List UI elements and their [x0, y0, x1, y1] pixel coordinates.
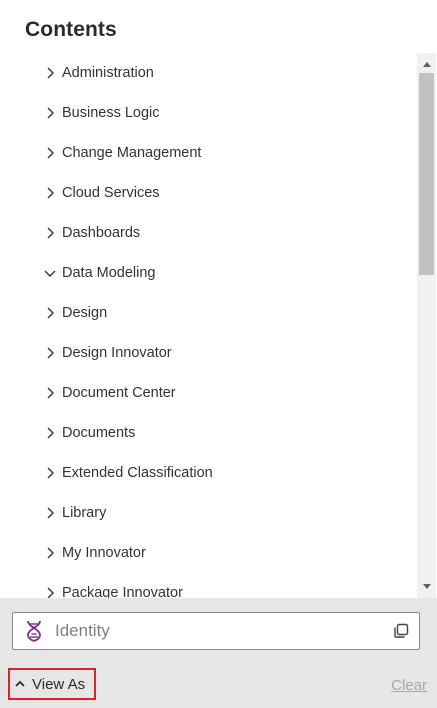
- tree-item-label: My Innovator: [62, 545, 146, 561]
- dna-icon: [27, 620, 41, 642]
- contents-panel: Contents Administration Business Logic C…: [0, 0, 437, 708]
- view-as-label: View As: [32, 675, 86, 693]
- tree-item-design-innovator[interactable]: Design Innovator: [40, 333, 400, 373]
- tree-item-extended-classification[interactable]: Extended Classification: [40, 453, 400, 493]
- scrollbar-thumb[interactable]: [419, 73, 434, 275]
- tree-item-label: Documents: [62, 425, 136, 441]
- tree-item-design[interactable]: Design: [40, 293, 400, 333]
- copy-icon[interactable]: [393, 623, 409, 639]
- chevron-right-icon[interactable]: [40, 413, 60, 453]
- tree-item-label: Change Management: [62, 145, 202, 161]
- tree-item-label: Package Innovator: [62, 585, 183, 598]
- chevron-right-icon[interactable]: [40, 133, 60, 173]
- chevron-right-icon[interactable]: [40, 533, 60, 573]
- chevron-right-icon[interactable]: [40, 453, 60, 493]
- tree-scrollbar[interactable]: [417, 53, 436, 598]
- panel-title: Contents: [25, 18, 117, 41]
- tree-item-administration[interactable]: Administration: [40, 53, 400, 93]
- tree-item-label: Design Innovator: [62, 345, 172, 361]
- chevron-right-icon[interactable]: [40, 213, 60, 253]
- tree-item-label: Business Logic: [62, 105, 160, 121]
- view-as-toggle-button[interactable]: View As: [8, 668, 96, 700]
- chevron-right-icon[interactable]: [40, 573, 60, 598]
- tree-item-label: Extended Classification: [62, 465, 213, 481]
- identity-placeholder: Identity: [55, 621, 110, 640]
- clear-link[interactable]: Clear: [391, 677, 427, 694]
- tree-item-label: Library: [62, 505, 107, 521]
- tree-item-business-logic[interactable]: Business Logic: [40, 93, 400, 133]
- scroll-up-arrow-icon[interactable]: [417, 55, 436, 73]
- tree-item-documents[interactable]: Documents: [40, 413, 400, 453]
- scroll-down-arrow-icon[interactable]: [417, 578, 436, 596]
- tree-item-library[interactable]: Library: [40, 493, 400, 533]
- chevron-up-icon: [15, 680, 25, 687]
- identity-input[interactable]: Identity: [12, 612, 420, 650]
- contents-tree: Administration Business Logic Change Man…: [0, 53, 416, 598]
- tree-item-label: Document Center: [62, 385, 176, 401]
- chevron-right-icon[interactable]: [40, 293, 60, 333]
- chevron-right-icon[interactable]: [40, 333, 60, 373]
- tree-item-change-management[interactable]: Change Management: [40, 133, 400, 173]
- chevron-down-icon[interactable]: [40, 253, 60, 293]
- tree-item-label: Administration: [62, 65, 154, 81]
- tree-item-data-modeling[interactable]: Data Modeling: [40, 253, 400, 293]
- tree-item-dashboards[interactable]: Dashboards: [40, 213, 400, 253]
- chevron-right-icon[interactable]: [40, 53, 60, 93]
- tree-item-package-innovator[interactable]: Package Innovator: [40, 573, 400, 598]
- chevron-right-icon[interactable]: [40, 173, 60, 213]
- chevron-right-icon[interactable]: [40, 93, 60, 133]
- tree-item-my-innovator[interactable]: My Innovator: [40, 533, 400, 573]
- tree-item-cloud-services[interactable]: Cloud Services: [40, 173, 400, 213]
- tree-item-label: Design: [62, 305, 108, 321]
- tree-item-label: Dashboards: [62, 225, 141, 241]
- tree-item-document-center[interactable]: Document Center: [40, 373, 400, 413]
- view-as-footer: Identity View As Clear: [0, 598, 437, 708]
- chevron-right-icon[interactable]: [40, 493, 60, 533]
- tree-item-label: Data Modeling: [62, 265, 156, 281]
- tree-item-label: Cloud Services: [62, 185, 160, 201]
- chevron-right-icon[interactable]: [40, 373, 60, 413]
